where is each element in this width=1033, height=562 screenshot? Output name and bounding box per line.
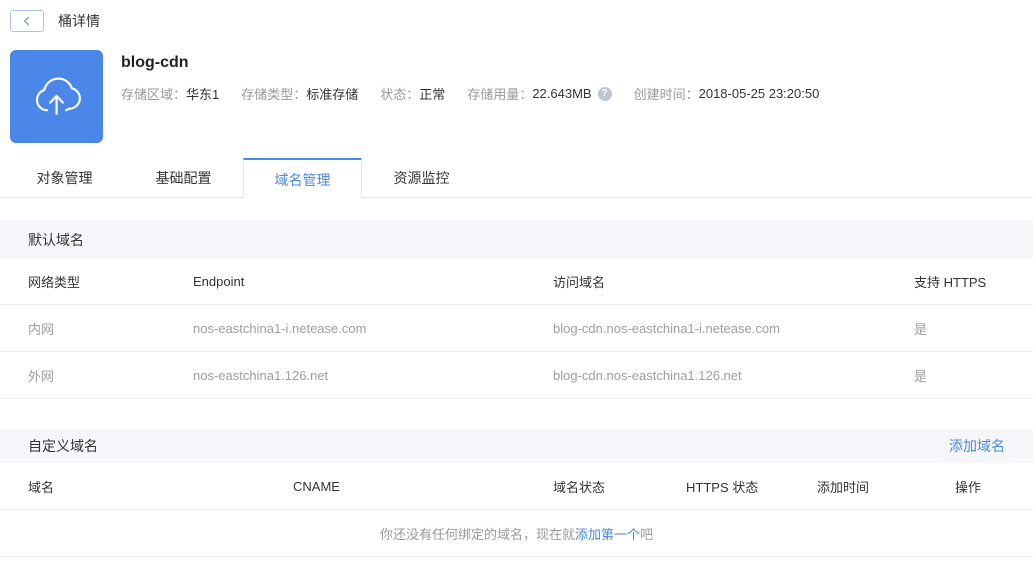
info-storage-type: 存储类型： 标准存储 bbox=[241, 87, 359, 102]
empty-state: 你还没有任何绑定的域名，现在就 添加第一个吧 bbox=[0, 510, 1033, 557]
default-domain-section-title: 默认域名 bbox=[28, 231, 84, 248]
col-https-status: HTTPS 状态 bbox=[686, 479, 759, 495]
custom-domain-table-header: 域名 CNAME 域名状态 HTTPS 状态 添加时间 操作 bbox=[0, 463, 1033, 510]
info-created-time: 创建时间： 2018-05-25 23:20:50 bbox=[633, 86, 820, 102]
tab-basic-config[interactable]: 基础配置 bbox=[124, 158, 243, 198]
bucket-info-row: 存储区域： 华东1 存储类型： 标准存储 状态： 正常 存储用量： 22.643… bbox=[121, 84, 841, 103]
info-storage-usage: 存储用量： 22.643MB ? bbox=[467, 84, 612, 103]
table-row-intranet: 内网 nos-eastchina1-i.netease.com blog-cdn… bbox=[0, 305, 1033, 352]
bucket-avatar bbox=[10, 50, 103, 143]
tab-domain-management[interactable]: 域名管理 bbox=[243, 158, 362, 198]
page-title: 桶详情 bbox=[58, 13, 100, 29]
chevron-left-icon bbox=[21, 15, 33, 27]
col-network-type: 网络类型 bbox=[28, 275, 81, 290]
empty-state-text: 你还没有任何绑定的域名，现在就 bbox=[379, 526, 575, 542]
table-row-extranet: 外网 nos-eastchina1.126.net blog-cdn.nos-e… bbox=[0, 352, 1033, 399]
col-https-support: 支持 HTTPS bbox=[914, 275, 987, 290]
col-domain: 域名 bbox=[28, 479, 55, 495]
add-first-domain-link[interactable]: 添加第一个 bbox=[575, 524, 640, 543]
default-domain-table: 网络类型 Endpoint 访问域名 支持 HTTPS 内网 nos-eastc… bbox=[0, 259, 1033, 399]
col-add-time: 添加时间 bbox=[817, 479, 870, 495]
back-button[interactable] bbox=[10, 10, 44, 32]
topbar: 桶详情 bbox=[0, 0, 1033, 42]
bucket-header: blog-cdn 存储区域： 华东1 存储类型： 标准存储 状态： 正常 存储用… bbox=[10, 50, 1033, 143]
info-status: 状态： 正常 bbox=[380, 87, 446, 102]
default-domain-table-header: 网络类型 Endpoint 访问域名 支持 HTTPS bbox=[0, 259, 1033, 305]
tab-resource-monitor[interactable]: 资源监控 bbox=[362, 158, 481, 198]
col-cname: CNAME bbox=[293, 478, 340, 494]
col-actions: 操作 bbox=[955, 479, 982, 495]
tab-object-management[interactable]: 对象管理 bbox=[5, 158, 124, 198]
default-domain-section-header: 默认域名 bbox=[0, 220, 1033, 259]
col-endpoint: Endpoint bbox=[193, 274, 245, 289]
col-domain-status: 域名状态 bbox=[553, 479, 606, 495]
custom-domain-section-header: 自定义域名 添加域名 bbox=[0, 429, 1033, 463]
custom-domain-table: 域名 CNAME 域名状态 HTTPS 状态 添加时间 操作 你还没有任何绑定的… bbox=[0, 463, 1033, 557]
custom-domain-section-title: 自定义域名 bbox=[28, 438, 98, 454]
empty-state-text-suffix: 吧 bbox=[640, 526, 654, 542]
help-icon[interactable]: ? bbox=[597, 86, 612, 101]
cloud-upload-icon bbox=[28, 69, 86, 124]
tab-bar: 对象管理 基础配置 域名管理 资源监控 bbox=[0, 158, 1033, 198]
bucket-name: blog-cdn bbox=[121, 54, 189, 71]
info-storage-region: 存储区域： 华东1 bbox=[121, 87, 220, 102]
col-access-domain: 访问域名 bbox=[553, 275, 606, 290]
add-domain-link[interactable]: 添加域名 bbox=[949, 436, 1005, 456]
